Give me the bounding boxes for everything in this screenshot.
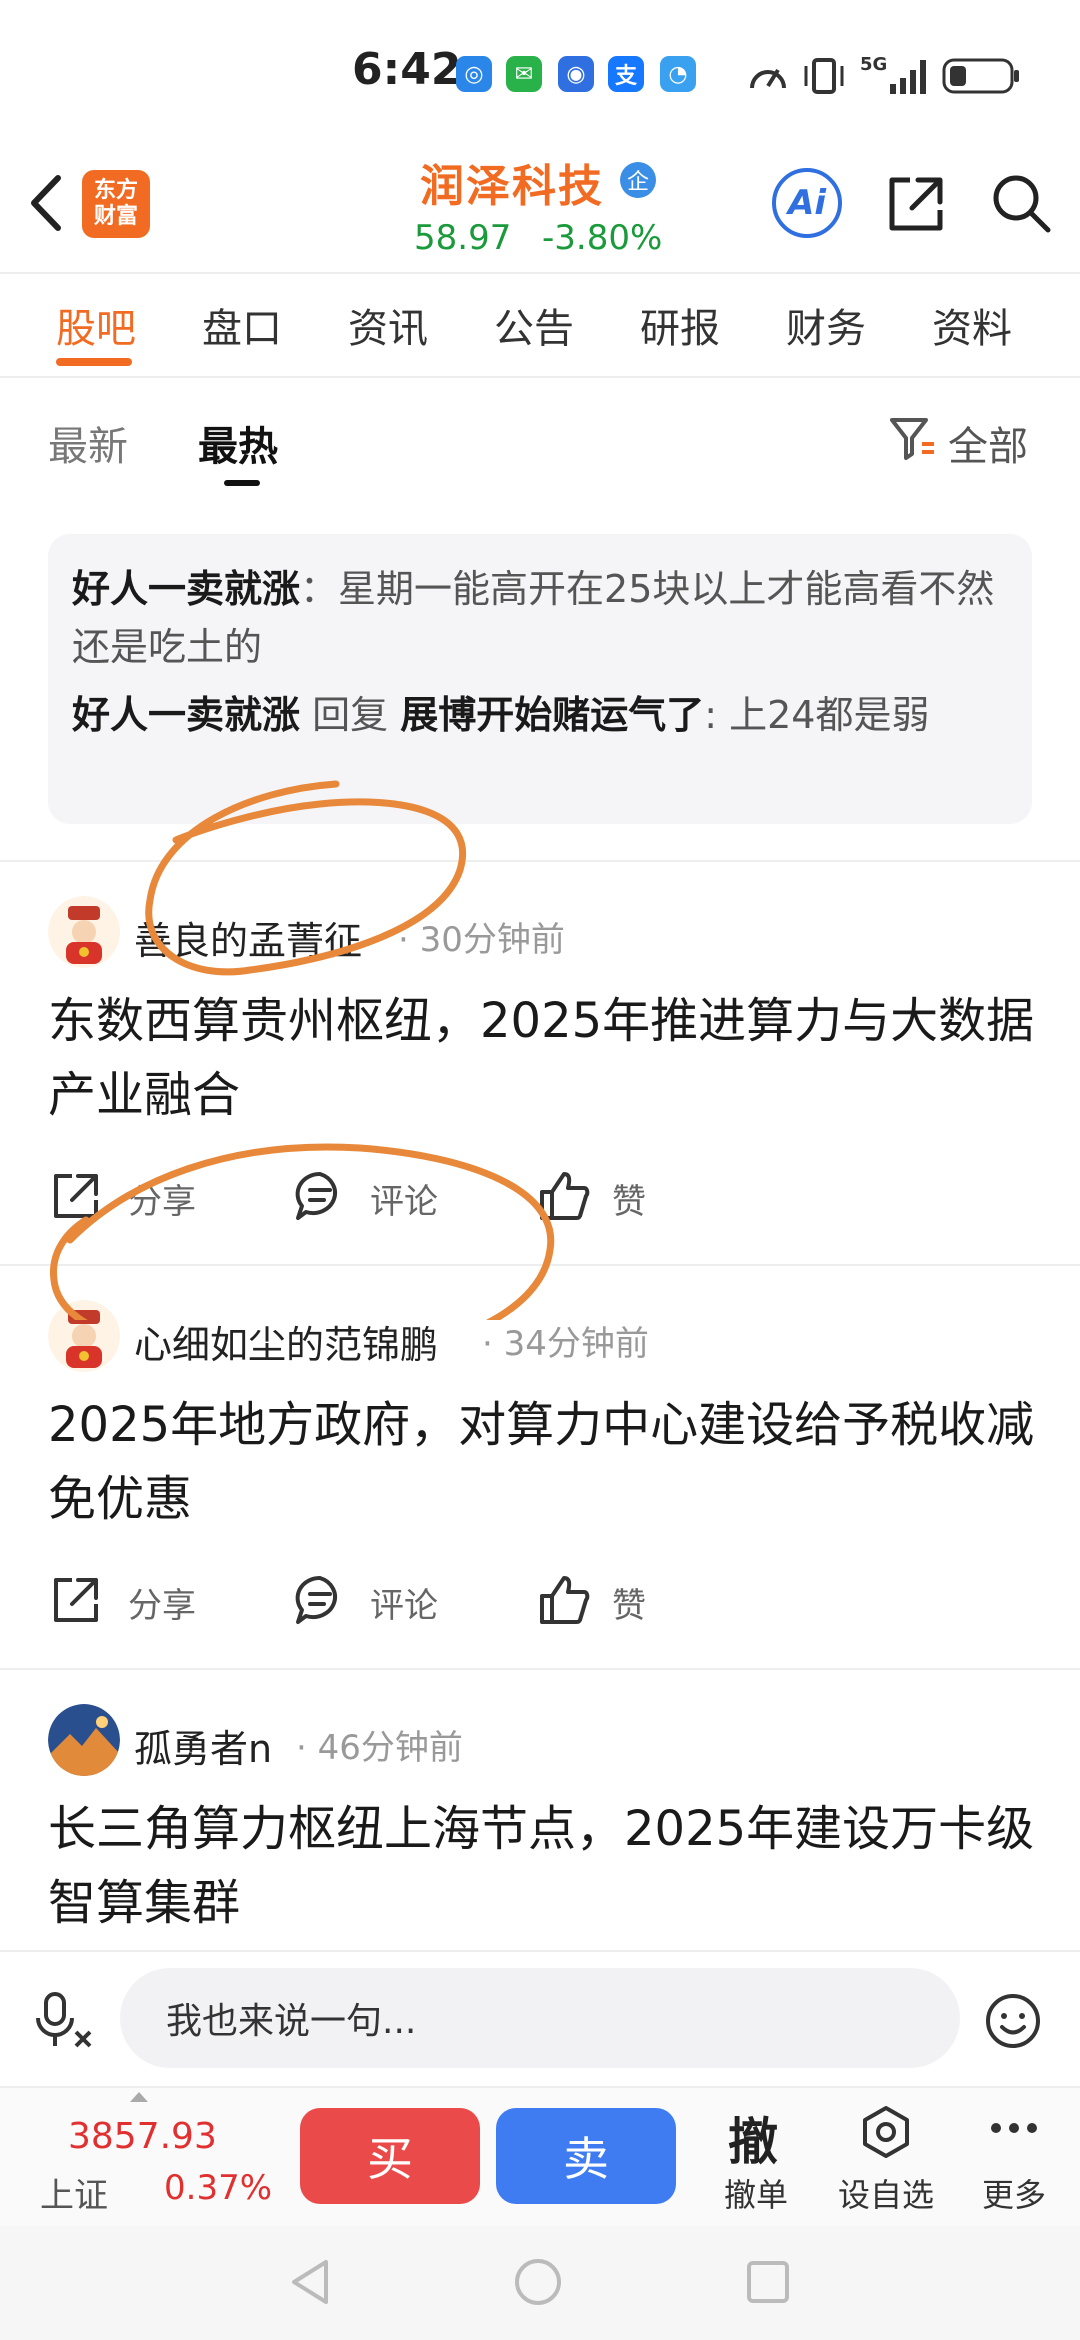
vibrate-icon [804,58,844,94]
voice-input-icon[interactable] [34,1990,96,2052]
tab-announcements[interactable]: 公告 [494,296,574,354]
mountain-photo-avatar-icon [48,1704,120,1776]
sort-indicator [224,480,260,486]
add-watchlist-icon[interactable] [858,2104,914,2160]
share-icon[interactable] [884,172,948,236]
nav-back-icon[interactable] [286,2256,334,2308]
ai-assistant-button[interactable]: Ai [772,168,842,238]
alipay-notification-icon: 支 [608,56,644,92]
nav-recents-icon[interactable] [744,2258,792,2306]
share-icon[interactable] [48,1572,104,1628]
search-icon[interactable] [988,170,1054,236]
comment-username[interactable]: 好人一卖就涨 [72,693,300,737]
comment-icon[interactable] [292,1572,348,1628]
header-divider [0,272,1080,274]
stock-name[interactable]: 润泽科技 [420,150,604,214]
tab-finance[interactable]: 财务 [786,296,866,354]
stock-price: 58.97 [414,218,512,258]
status-bar: 6:42 ◎ ✉ ◉ 支 ◔ 5G [0,0,1080,150]
nav-home-icon[interactable] [512,2256,564,2308]
like-icon[interactable] [536,1572,592,1628]
reply-word: 回复 [312,693,389,737]
buy-button[interactable]: 买 [300,2108,480,2204]
cancel-order-label[interactable]: 撤单 [724,2170,788,2216]
app-logo-line1: 东方 [93,178,138,203]
data-speed-icon [750,68,786,89]
app-notification-icon-2: ◔ [660,56,696,92]
comment-username[interactable]: 好人一卖就涨 [72,567,300,611]
hand-drawn-annotation-circles [50,780,555,1320]
post-author[interactable]: 孤勇者n [134,1718,272,1773]
notification-app-icon: ◎ [456,56,492,92]
app-logo: 东方 财富 [82,170,150,238]
app-notification-icon: ◉ [558,56,594,92]
network-type: 5G [860,54,888,75]
stock-change: -3.80% [542,218,663,258]
comment-text: : 上24都是弱 [704,693,930,737]
add-watchlist-label[interactable]: 设自选 [838,2170,934,2216]
comment-label[interactable]: 评论 [370,1578,438,1627]
sort-hottest[interactable]: 最热 [198,414,278,472]
like-label[interactable]: 赞 [612,1578,646,1627]
wechat-notification-icon: ✉ [506,56,542,92]
tab-research[interactable]: 研报 [640,296,720,354]
avatar[interactable] [48,1704,120,1776]
comment-input[interactable]: 我也来说一句... [120,1968,960,2068]
featured-comment-2: 好人一卖就涨 回复 展博开始赌运气了: 上24都是弱 [72,686,1008,744]
index-change[interactable]: 0.37% [164,2168,272,2208]
more-label[interactable]: 更多 [982,2170,1046,2216]
tabs-divider [0,376,1080,378]
post-divider [0,1668,1080,1670]
cancel-order-icon[interactable]: 撤 [728,2102,778,2174]
post-time: · 34分钟前 [482,1324,649,1364]
post-time: · 46分钟前 [296,1728,463,1768]
tab-news[interactable]: 资讯 [348,296,428,354]
filter-all[interactable]: 全部 [948,414,1028,472]
comment-input-placeholder: 我也来说一句... [166,2001,417,2042]
app-logo-line2: 财富 [93,204,138,229]
active-tab-indicator [56,358,132,366]
sort-latest[interactable]: 最新 [48,414,128,472]
enterprise-badge: 企 [620,162,656,198]
index-name[interactable]: 上证 [40,2168,108,2217]
index-value[interactable]: 3857.93 [68,2116,217,2157]
post-title[interactable]: 长三角算力枢纽上海节点，2025年建设万卡级智算集群 [48,1792,1038,1940]
share-label[interactable]: 分享 [128,1578,196,1627]
featured-comment-1: 好人一卖就涨：星期一能高开在25块以上才能高看不然还是吃土的 [72,560,1008,676]
tab-profile[interactable]: 资料 [932,296,1012,354]
status-time: 6:42 [352,44,462,95]
battery-icon [942,58,1019,94]
emoji-icon[interactable] [984,1992,1042,2050]
filter-icon[interactable] [888,414,938,464]
back-arrow-icon[interactable] [20,168,70,238]
tab-pankou[interactable]: 盘口 [202,296,282,354]
signal-icon [890,60,926,94]
tab-guba[interactable]: 股吧 [56,296,136,354]
sell-button[interactable]: 卖 [496,2108,676,2204]
expand-up-icon[interactable] [128,2090,150,2104]
post-title[interactable]: 2025年地方政府，对算力中心建设给予税收减免优惠 [48,1388,1038,1536]
reply-target-username[interactable]: 展博开始赌运气了 [400,693,704,737]
post-author[interactable]: 心细如尘的范锦鹏 [134,1314,438,1369]
more-dots-icon[interactable] [988,2118,1040,2138]
